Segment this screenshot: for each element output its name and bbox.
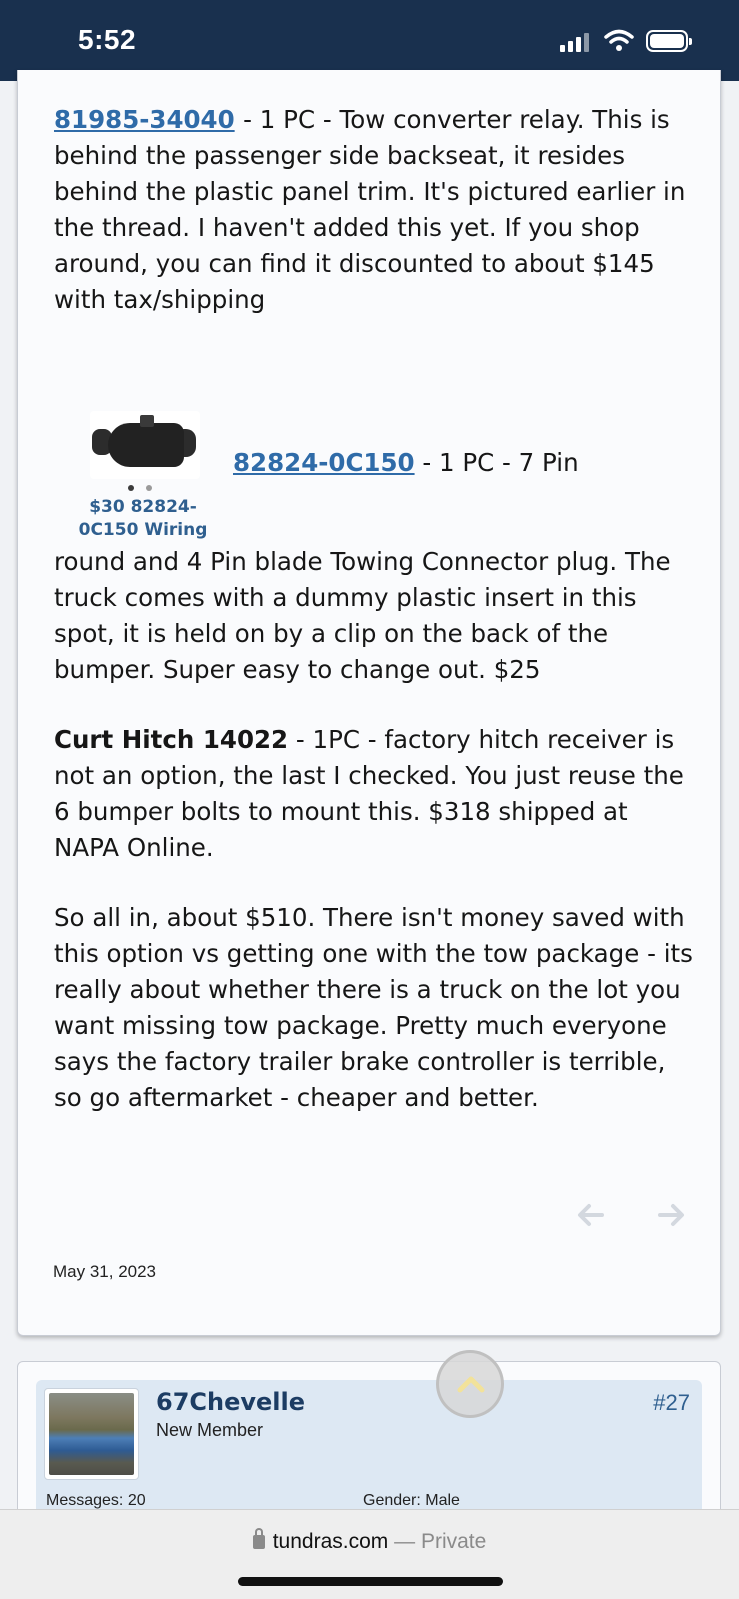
avatar-image [49,1393,134,1475]
url-separator: — [388,1530,421,1553]
domain-text: tundras.com [272,1530,389,1553]
relay-description: - 1 PC - Tow converter relay. This is be… [54,105,686,314]
username[interactable]: 67Chevelle [156,1388,305,1416]
battery-icon [646,30,692,52]
prev-arrow[interactable] [576,1200,604,1235]
hitch-name: Curt Hitch 14022 [54,725,289,754]
connector-image-tab [140,415,154,427]
gallery-dots[interactable] [128,485,158,493]
connector-paragraph: round and 4 Pin blade Towing Connector p… [54,547,671,684]
post-number[interactable]: #27 [653,1390,690,1416]
gender-stat: Gender: Male [363,1492,460,1509]
connector-image-body [108,423,184,467]
user-title: New Member [156,1420,264,1440]
gallery-dot-active[interactable] [128,485,134,491]
status-time: 5:52 [78,24,137,55]
connector-thumbnail[interactable] [90,411,200,479]
hitch-paragraph: Curt Hitch 14022 - 1PC - factory hitch r… [54,722,694,866]
connector-inline: 82824-0C150 - 1 PC - 7 Pin [233,445,673,481]
thumbnail-caption[interactable]: $30 82824-0C150 Wiring [68,496,218,542]
relay-paragraph: 81985-34040 - 1 PC - Tow converter relay… [54,102,694,318]
next-forum-post: 67Chevelle New Member #27 Messages: 20 G… [17,1361,721,1521]
connector-part-link[interactable]: 82824-0C150 [233,448,415,477]
scroll-to-top-button[interactable] [436,1350,504,1418]
wifi-icon [604,29,634,51]
forum-post: 81985-34040 - 1 PC - Tow converter relay… [17,70,721,1336]
connector-inline-text: - 1 PC - 7 Pin [414,448,579,477]
user-info-panel: 67Chevelle New Member #27 Messages: 20 G… [36,1380,702,1520]
post-date[interactable]: May 31, 2023 [53,1262,156,1282]
messages-stat: Messages: 20 [46,1492,146,1509]
next-arrow[interactable] [658,1200,686,1235]
address-bar[interactable]: tundras.com — Private [0,1528,739,1554]
gallery-dot[interactable] [146,485,152,491]
relay-part-link[interactable]: 81985-34040 [54,105,235,134]
arrow-right-icon[interactable] [658,1203,686,1227]
summary-paragraph: So all in, about $510. There isn't money… [54,903,693,1112]
avatar[interactable] [44,1388,139,1480]
private-mode-label: Private [420,1530,487,1553]
arrow-left-icon[interactable] [576,1203,604,1227]
status-bar: 5:52 [0,0,739,81]
chevron-up-icon [457,1376,485,1393]
lock-icon [252,1528,265,1549]
cellular-signal-icon [560,32,590,52]
home-indicator[interactable] [238,1577,503,1586]
